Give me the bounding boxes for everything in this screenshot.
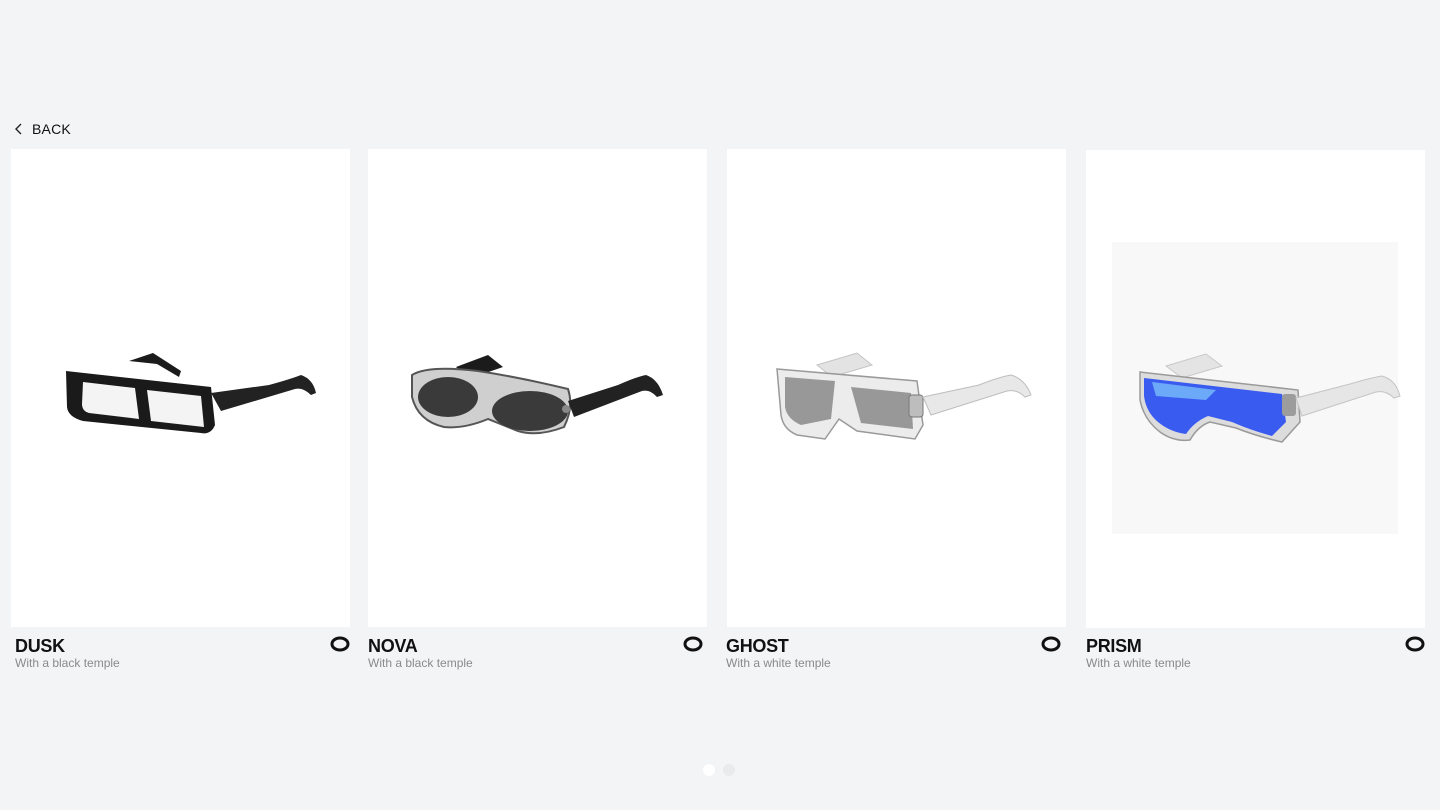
product-subtitle: With a black temple (15, 656, 120, 670)
product-name: NOVA (368, 636, 418, 656)
product-subtitle: With a white temple (726, 656, 831, 670)
oval-sunglasses-image (411, 355, 663, 435)
back-link[interactable]: BACK (14, 121, 71, 137)
shield-sunglasses-image (1112, 242, 1401, 534)
brand-ring-icon[interactable] (683, 636, 703, 652)
product-name: GHOST (726, 636, 789, 656)
product-name: DUSK (15, 636, 65, 656)
pagination-dot-2[interactable] (723, 764, 735, 776)
product-name: PRISM (1086, 636, 1142, 656)
brand-ring-icon[interactable] (1405, 636, 1425, 652)
product-info-nova: NOVA With a black temple (364, 636, 703, 676)
product-subtitle: With a white temple (1086, 656, 1191, 670)
product-card-prism[interactable] (1086, 150, 1425, 628)
pagination-dot-1[interactable] (703, 764, 715, 776)
product-info-prism: PRISM With a white temple (1082, 636, 1425, 676)
clear-frame-sunglasses-image (776, 352, 1032, 440)
chevron-left-icon (15, 123, 22, 135)
back-label: BACK (32, 121, 71, 137)
product-subtitle: With a black temple (368, 656, 473, 670)
product-card-ghost[interactable] (727, 149, 1066, 627)
product-info-ghost: GHOST With a white temple (722, 636, 1061, 676)
product-info-dusk: DUSK With a black temple (11, 636, 350, 676)
black-glasses-image (66, 353, 316, 434)
brand-ring-icon[interactable] (330, 636, 350, 652)
product-card-dusk[interactable] (11, 149, 350, 627)
product-card-nova[interactable] (368, 149, 707, 627)
brand-ring-icon[interactable] (1041, 636, 1061, 652)
carousel-pagination (703, 764, 735, 776)
